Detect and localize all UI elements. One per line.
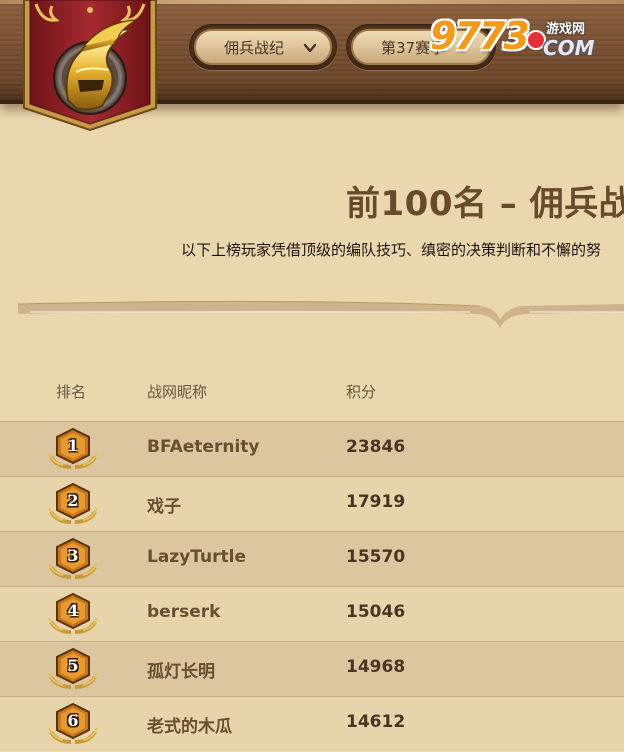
column-header-score: 积分 <box>346 383 377 401</box>
player-name[interactable]: 孤灯长明 <box>147 657 215 682</box>
leaderboard-table: 1 BFAeternity 23846 2 戏子 17919 3 LazyTur… <box>0 421 624 751</box>
mode-selector-face[interactable]: 佣兵战纪 <box>194 29 332 65</box>
mode-selector-dropdown[interactable]: 佣兵战纪 <box>189 24 337 70</box>
rank-number: 2 <box>67 491 79 510</box>
column-header-rank: 排名 <box>56 383 87 401</box>
column-header-name: 战网昵称 <box>147 383 208 401</box>
table-row: 3 LazyTurtle 15570 <box>0 531 624 586</box>
player-score: 14968 <box>346 657 406 677</box>
player-name[interactable]: 戏子 <box>147 492 181 517</box>
player-score: 17919 <box>346 492 406 512</box>
chevron-down-icon <box>303 43 317 53</box>
watermark-com-text: COM <box>543 36 595 60</box>
table-row: 5 孤灯长明 14968 <box>0 641 624 696</box>
helmet-emblem-icon <box>23 0 157 132</box>
page-title: 前100名 – 佣兵战 <box>346 184 624 224</box>
player-name[interactable]: BFAeternity <box>147 437 259 457</box>
rank-number: 4 <box>67 601 79 620</box>
rank-badge-icon: 3 <box>47 537 99 583</box>
table-row: 2 戏子 17919 <box>0 476 624 531</box>
rank-badge-icon: 1 <box>47 427 99 473</box>
rank-number: 6 <box>67 711 79 730</box>
rank-number: 3 <box>67 546 79 565</box>
ornamental-divider <box>17 300 624 328</box>
player-name[interactable]: berserk <box>147 602 220 622</box>
rank-badge-icon: 2 <box>47 482 99 528</box>
player-score: 14612 <box>346 712 406 732</box>
watermark-cn-text: 游戏网 <box>546 22 586 37</box>
mode-selector-label: 佣兵战纪 <box>224 38 285 57</box>
player-score: 15570 <box>346 547 406 567</box>
player-score: 23846 <box>346 437 406 457</box>
table-row: 1 BFAeternity 23846 <box>0 421 624 476</box>
player-name[interactable]: LazyTurtle <box>147 547 246 567</box>
player-score: 15046 <box>346 602 406 622</box>
rank-badge-icon: 6 <box>47 702 99 748</box>
rank-number: 1 <box>67 436 79 455</box>
watermark-number: 9773 <box>430 14 530 58</box>
site-watermark-logo: 9773 游戏网 COM <box>430 12 610 68</box>
player-name[interactable]: 老式的木瓜 <box>147 712 232 737</box>
rank-badge-icon: 5 <box>47 647 99 693</box>
table-row: 4 berserk 15046 <box>0 586 624 641</box>
rank-number: 5 <box>67 656 79 675</box>
mercenaries-banner-logo[interactable] <box>18 0 162 134</box>
page-subtitle: 以下上榜玩家凭借顶级的编队技巧、缜密的决策判断和不懈的努 <box>181 241 602 259</box>
table-row: 6 老式的木瓜 14612 <box>0 696 624 751</box>
rank-badge-icon: 4 <box>47 592 99 638</box>
